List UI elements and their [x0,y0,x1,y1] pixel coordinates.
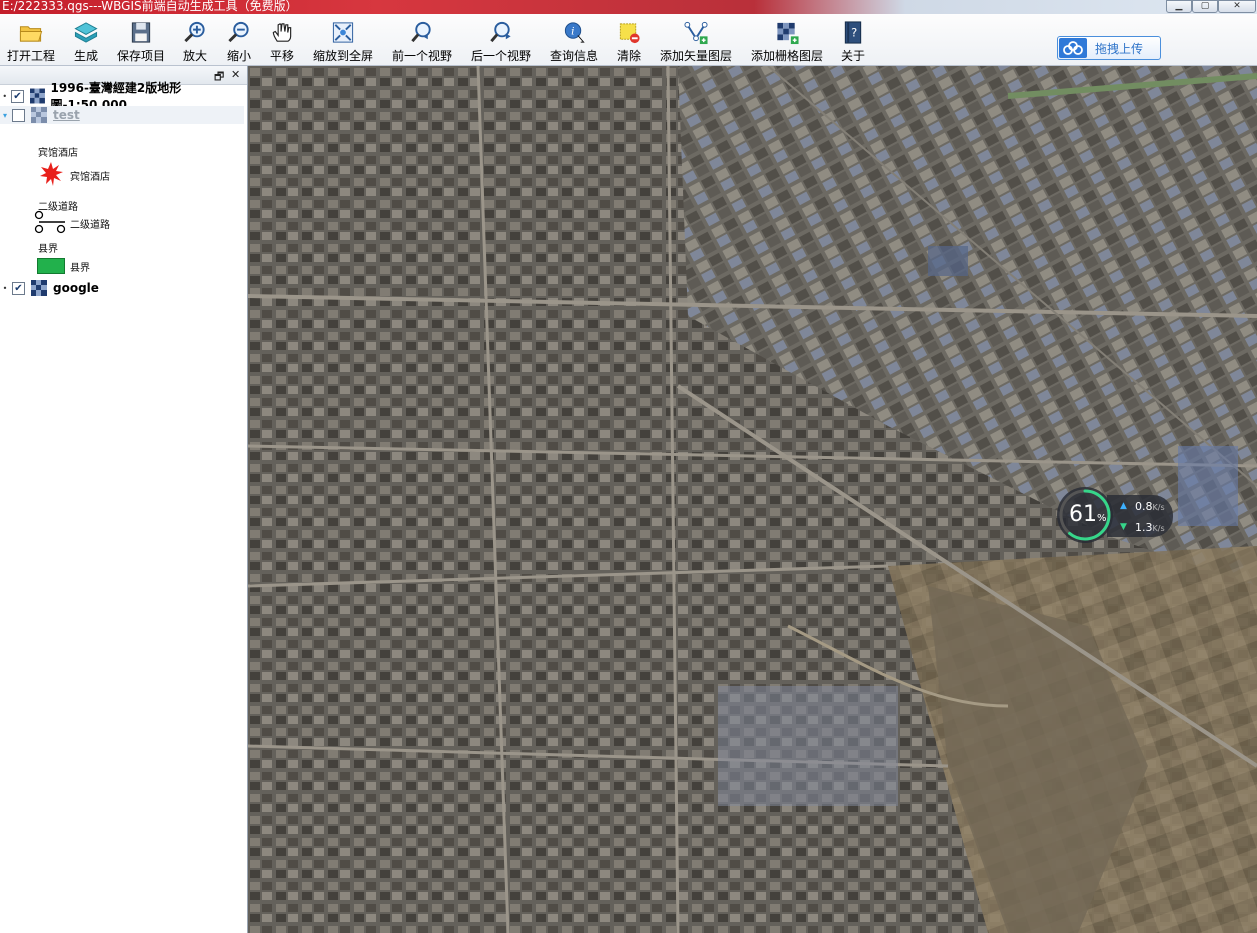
layer-checkbox-test[interactable] [12,108,25,122]
clear-selection-icon [619,23,640,44]
cloud-upload-icon [1059,38,1087,58]
legend-group-hotel: 宾馆酒店 [38,148,78,159]
zoom-next-icon [490,21,511,43]
drag-upload-button[interactable]: 拖拽上传 [1057,36,1161,60]
close-button[interactable]: ✕ [1218,0,1256,13]
expand-arrow-icon[interactable]: • [0,92,9,101]
drag-upload-label: 拖拽上传 [1095,41,1144,56]
legend-item-hotel: 宾馆酒店 [70,172,110,183]
legend-group-county: 县界 [38,244,58,255]
add-raster-layer-button[interactable]: 添加栅格图层 [749,14,825,64]
raster-layer-icon [31,280,47,296]
zoom-full-extent-icon [332,22,354,43]
folder-open-icon [19,26,43,42]
layer-row-test[interactable]: ▾ test [0,106,244,124]
maximize-button[interactable]: ▢ [1192,0,1218,13]
save-project-button[interactable]: 保存项目 [116,14,166,64]
zoom-in-button[interactable]: 放大 [180,14,210,64]
layer-checkbox-google[interactable]: ✔ [12,281,25,295]
identify-info-icon: i [564,22,585,43]
road-line-symbol-icon [34,210,66,234]
zoom-next-button[interactable]: 后一个视野 [469,14,533,64]
layers-panel: 🗗 ✕ • ✔ 1996-臺灣經建2版地形圖-1:50,000 ▾ test 宾… [0,66,248,933]
main-toolbar: 打开工程 生成 保存项目 放大 缩小 平移 缩放到全屏 前一个视野 后一个视野 … [0,14,1257,66]
clear-button[interactable]: 清除 [614,14,644,64]
legend-item-county: 县界 [70,263,90,274]
network-speed-widget[interactable]: 61% ▲ 0.8K/s ▼ 1.3K/s [1057,487,1175,545]
raster-layer-icon [31,107,47,123]
svg-text:i: i [571,25,574,37]
raster-layer-icon [29,88,45,104]
about-button[interactable]: ? 关于 [839,14,867,64]
expand-arrow-icon[interactable]: ▾ [0,111,10,120]
zoom-out-icon [228,21,249,43]
network-percent: 61% [1069,502,1107,527]
pan-button[interactable]: 平移 [267,14,297,64]
legend-item-road: 二级道路 [70,220,110,231]
green-fill-symbol-icon [37,258,65,274]
upload-rate: 0.8K/s [1135,500,1165,513]
download-rate: 1.3K/s [1135,521,1165,534]
floppy-save-icon [131,22,151,43]
add-raster-layer-icon [777,22,799,45]
zoom-in-icon [184,21,205,43]
zoom-previous-button[interactable]: 前一个视野 [390,14,454,64]
red-star-symbol-icon [40,162,63,186]
zoom-full-extent-button[interactable]: 缩放到全屏 [311,14,375,64]
svg-text:?: ? [851,25,857,39]
window-title: E:/222333.qgs---WBGIS前端自动生成工具（免费版） [2,0,298,13]
download-arrow-icon: ▼ [1120,522,1127,532]
layer-name-google: google [53,281,99,295]
layer-name-test: test [53,108,80,122]
minimize-button[interactable]: ▁ [1166,0,1192,13]
open-project-button[interactable]: 打开工程 [6,14,56,64]
add-vector-layer-icon [684,21,708,45]
layer-row-topo-map[interactable]: • ✔ 1996-臺灣經建2版地形圖-1:50,000 [0,81,244,112]
expand-arrow-icon[interactable]: • [0,284,10,293]
layers-generate-icon [74,22,98,43]
upload-arrow-icon: ▲ [1120,501,1127,511]
identify-info-button[interactable]: i 查询信息 [548,14,600,64]
layer-checkbox-topo-map[interactable]: ✔ [11,89,24,103]
layer-row-google[interactable]: • ✔ google [0,279,244,297]
generate-button[interactable]: 生成 [70,14,102,64]
zoom-previous-icon [411,21,431,43]
zoom-out-button[interactable]: 缩小 [224,14,254,64]
pan-hand-icon [272,23,292,42]
help-about-icon: ? [844,21,862,44]
add-vector-layer-button[interactable]: 添加矢量图层 [658,14,734,64]
window-title-bar: E:/222333.qgs---WBGIS前端自动生成工具（免费版） ▁ ▢ ✕ [0,0,1257,14]
